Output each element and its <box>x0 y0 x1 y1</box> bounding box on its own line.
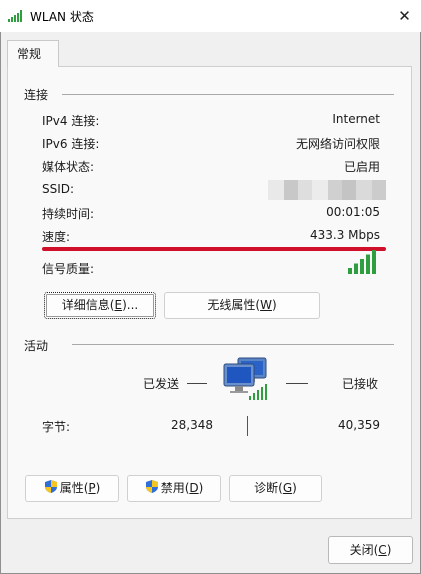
duration-label: 持续时间: <box>42 207 95 221</box>
activity-divider <box>72 344 394 345</box>
signal-bar <box>354 263 358 274</box>
activity-heading: 活动 <box>24 339 49 353</box>
close-icon: ✕ <box>398 7 411 25</box>
ipv6-label: IPv6 连接: <box>42 137 100 151</box>
wifi-signal-icon <box>8 10 22 22</box>
ipv6-value: 无网络访问权限 <box>295 137 380 151</box>
media-state-value: 已启用 <box>343 160 380 174</box>
uac-shield-icon <box>44 480 57 493</box>
signal-bar <box>348 268 352 274</box>
duration-value: 00:01:05 <box>326 205 380 219</box>
received-label: 已接收 <box>342 377 379 391</box>
ssid-label: SSID: <box>42 182 75 196</box>
connection-heading: 连接 <box>24 88 49 102</box>
ipv4-value: Internet <box>332 112 380 126</box>
signal-quality-label: 信号质量: <box>42 262 95 276</box>
wireless-properties-button[interactable]: 无线属性(W) <box>164 292 320 319</box>
speed-value: 433.3 Mbps <box>309 228 380 242</box>
sent-dash <box>187 383 207 384</box>
ssid-value-redacted <box>268 180 386 200</box>
window-title: WLAN 状态 <box>30 10 94 24</box>
tab-general[interactable]: 常规 <box>7 40 59 67</box>
title-bar: WLAN 状态 ✕ <box>0 0 421 32</box>
close-window-button[interactable]: ✕ <box>388 0 421 32</box>
connection-divider <box>62 94 394 95</box>
disable-button[interactable]: 禁用(D) <box>127 475 221 502</box>
bytes-received-value: 40,359 <box>338 418 380 432</box>
signal-bar <box>366 254 370 274</box>
speed-label: 速度: <box>42 230 71 244</box>
close-button[interactable]: 关闭(C) <box>328 536 413 564</box>
bytes-label: 字节: <box>42 420 71 434</box>
speed-highlight-underline <box>42 247 386 251</box>
ipv4-label: IPv4 连接: <box>42 114 100 128</box>
sent-label: 已发送 <box>143 377 180 391</box>
diagnose-button[interactable]: 诊断(G) <box>229 475 322 502</box>
network-computers-icon <box>223 357 267 400</box>
signal-bar <box>372 250 376 274</box>
bytes-separator <box>247 416 248 436</box>
media-state-label: 媒体状态: <box>42 160 95 174</box>
signal-strength-icon <box>348 250 376 274</box>
tab-general-label: 常规 <box>17 47 42 61</box>
signal-bar <box>360 259 364 274</box>
uac-shield-icon <box>145 480 158 493</box>
received-dash <box>286 383 308 384</box>
details-button[interactable]: 详细信息(E)... <box>44 292 156 319</box>
properties-button[interactable]: 属性(P) <box>25 475 119 502</box>
bytes-sent-value: 28,348 <box>171 418 213 432</box>
